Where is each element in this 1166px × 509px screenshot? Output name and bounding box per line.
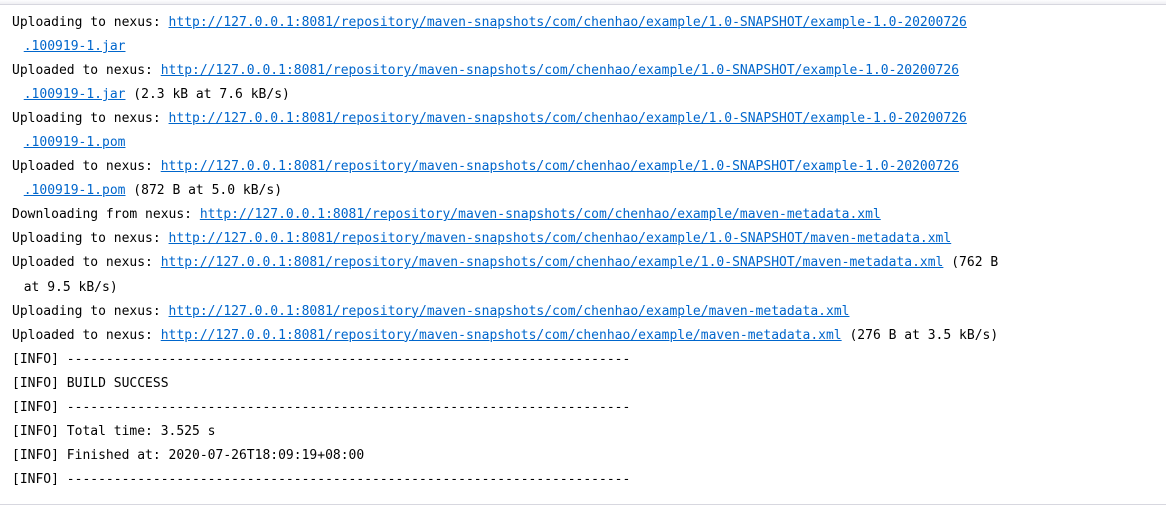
log-info-build-success: [INFO] BUILD SUCCESS xyxy=(12,372,1156,396)
log-url[interactable]: http://127.0.0.1:8081/repository/maven-s… xyxy=(169,231,952,246)
log-url[interactable]: http://127.0.0.1:8081/repository/maven-s… xyxy=(200,207,881,222)
log-url-wrap[interactable]: .100919-1.pom xyxy=(12,135,125,150)
log-line: Uploaded to nexus: http://127.0.0.1:8081… xyxy=(12,324,1156,348)
log-prefix: Uploaded to nexus: xyxy=(12,328,161,343)
log-prefix: Downloading from nexus: xyxy=(12,207,200,222)
log-url[interactable]: http://127.0.0.1:8081/repository/maven-s… xyxy=(161,63,959,78)
log-line: Uploaded to nexus: http://127.0.0.1:8081… xyxy=(12,251,1156,299)
log-suffix-wrap: at 9.5 kB/s) xyxy=(12,280,118,295)
log-line: Uploading to nexus: http://127.0.0.1:808… xyxy=(12,11,1156,59)
log-info-separator: [INFO] ---------------------------------… xyxy=(12,348,1156,372)
log-prefix: Uploaded to nexus: xyxy=(12,255,161,270)
log-url-wrap[interactable]: .100919-1.pom xyxy=(12,183,125,198)
log-line: Uploaded to nexus: http://127.0.0.1:8081… xyxy=(12,59,1156,107)
log-prefix: Uploading to nexus: xyxy=(12,231,169,246)
log-url[interactable]: http://127.0.0.1:8081/repository/maven-s… xyxy=(161,328,842,343)
log-suffix: (2.3 kB at 7.6 kB/s) xyxy=(125,87,289,102)
log-suffix: (872 B at 5.0 kB/s) xyxy=(125,183,282,198)
log-url-wrap[interactable]: .100919-1.jar xyxy=(12,39,125,54)
log-info-total-time: [INFO] Total time: 3.525 s xyxy=(12,420,1156,444)
log-url[interactable]: http://127.0.0.1:8081/repository/maven-s… xyxy=(161,159,959,174)
log-suffix: (762 B xyxy=(943,255,998,270)
log-prefix: Uploaded to nexus: xyxy=(12,63,161,78)
log-info-finished-at: [INFO] Finished at: 2020-07-26T18:09:19+… xyxy=(12,444,1156,468)
log-prefix: Uploading to nexus: xyxy=(12,304,169,319)
log-prefix: Uploading to nexus: xyxy=(12,111,169,126)
log-line: Uploading to nexus: http://127.0.0.1:808… xyxy=(12,107,1156,155)
build-log: Uploading to nexus: http://127.0.0.1:808… xyxy=(0,5,1166,505)
log-line: Uploading to nexus: http://127.0.0.1:808… xyxy=(12,300,1156,324)
log-info-separator: [INFO] ---------------------------------… xyxy=(12,468,1156,492)
log-suffix: (276 B at 3.5 kB/s) xyxy=(842,328,999,343)
log-url[interactable]: http://127.0.0.1:8081/repository/maven-s… xyxy=(169,111,967,126)
log-line: Downloading from nexus: http://127.0.0.1… xyxy=(12,203,1156,227)
log-url[interactable]: http://127.0.0.1:8081/repository/maven-s… xyxy=(169,304,850,319)
log-url[interactable]: http://127.0.0.1:8081/repository/maven-s… xyxy=(161,255,944,270)
log-url-wrap[interactable]: .100919-1.jar xyxy=(12,87,125,102)
log-info-separator: [INFO] ---------------------------------… xyxy=(12,396,1156,420)
log-line: Uploading to nexus: http://127.0.0.1:808… xyxy=(12,227,1156,251)
log-line: Uploaded to nexus: http://127.0.0.1:8081… xyxy=(12,155,1156,203)
log-prefix: Uploading to nexus: xyxy=(12,15,169,30)
log-prefix: Uploaded to nexus: xyxy=(12,159,161,174)
log-url[interactable]: http://127.0.0.1:8081/repository/maven-s… xyxy=(169,15,967,30)
